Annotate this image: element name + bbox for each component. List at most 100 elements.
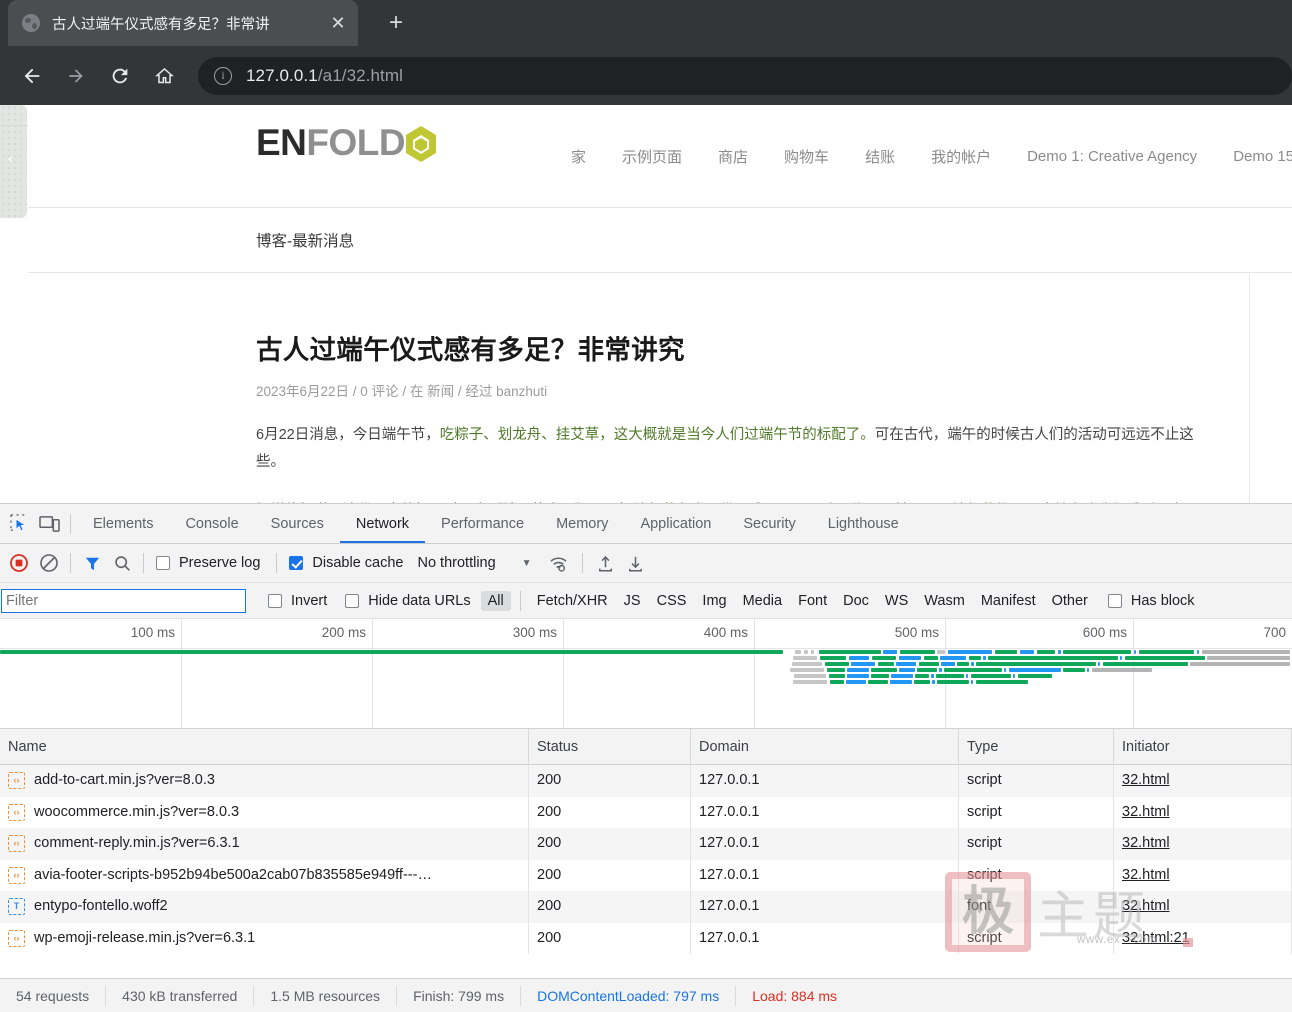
throttling-select[interactable]: No throttling (417, 555, 495, 571)
record-stop-icon[interactable] (4, 548, 34, 578)
table-row[interactable]: ‹› add-to-cart.min.js?ver=8.0.3 200 127.0.0… (0, 765, 1292, 797)
tab-console[interactable]: Console (169, 504, 254, 543)
table-row[interactable]: Tentypo-fontello.woff2 200 127.0.0.1 font 32… (0, 891, 1292, 923)
tab-network[interactable]: Network (340, 504, 425, 543)
column-header-name[interactable]: Name (0, 728, 529, 765)
initiator-link[interactable]: 32.html:21 (1122, 923, 1190, 955)
has-blocked-checkbox[interactable]: Has block (1107, 593, 1195, 609)
table-row[interactable]: ‹› avia-footer-scripts-b952b94be500a2cab0… (0, 859, 1292, 892)
enfold-logo[interactable]: ENFOLD (256, 122, 441, 171)
filter-type-font[interactable]: Font (791, 591, 834, 611)
tab-security[interactable]: Security (727, 504, 811, 543)
nav-item-2[interactable]: 商店 (700, 146, 766, 167)
disable-cache-checkbox[interactable]: Disable cache (289, 555, 403, 571)
filter-type-css[interactable]: CSS (650, 591, 694, 611)
status-finish: Finish: 799 ms (397, 985, 522, 1006)
column-header-initiator[interactable]: Initiator (1114, 728, 1292, 765)
tab-application[interactable]: Application (624, 504, 727, 543)
cell-name[interactable]: ‹› wp-emoji-release.min.js?ver=6.3.1 (0, 922, 529, 954)
chevron-left-icon[interactable]: ‹ (8, 151, 13, 166)
nav-item-5[interactable]: 我的帐户 (913, 146, 1009, 167)
network-conditions-icon[interactable] (544, 548, 574, 578)
url-path: /a1/32.html (317, 65, 404, 85)
filter-type-doc[interactable]: Doc (836, 591, 876, 611)
tab-elements[interactable]: Elements (77, 504, 169, 543)
table-row[interactable]: ‹› comment-reply.min.js?ver=6.3.1 200 127.0… (0, 828, 1292, 860)
export-har-icon[interactable] (621, 548, 651, 578)
close-icon[interactable]: ✕ (326, 14, 350, 32)
search-icon[interactable] (107, 548, 137, 578)
initiator-link[interactable]: 32.html (1122, 828, 1170, 860)
chevron-down-icon[interactable]: ▼ (522, 558, 532, 569)
initiator-link[interactable]: 32.html (1122, 765, 1170, 797)
cell-name[interactable]: ‹› comment-reply.min.js?ver=6.3.1 (0, 828, 529, 860)
tab-sources[interactable]: Sources (255, 504, 340, 543)
cell-name[interactable]: ‹› add-to-cart.min.js?ver=8.0.3 (0, 765, 529, 797)
filter-type-wasm[interactable]: Wasm (917, 591, 972, 611)
initiator-link[interactable]: 32.html (1122, 860, 1170, 892)
filter-type-fetch-xhr[interactable]: Fetch/XHR (530, 591, 615, 611)
cell-name[interactable]: ‹› woocommerce.min.js?ver=8.0.3 (0, 796, 529, 828)
initiator-link[interactable]: 32.html (1122, 891, 1170, 923)
back-icon[interactable] (10, 54, 54, 98)
nav-item-7[interactable]: Demo 15: Showca (1215, 148, 1292, 165)
nav-item-3[interactable]: 购物车 (766, 146, 847, 167)
tab-lighthouse[interactable]: Lighthouse (812, 504, 915, 543)
forward-icon[interactable] (54, 54, 98, 98)
filter-type-js[interactable]: JS (617, 591, 648, 611)
cell-initiator[interactable]: 32.html:21 (1114, 922, 1292, 955)
column-header-status[interactable]: Status (529, 728, 691, 765)
waterfall-bar (871, 668, 897, 672)
column-header-domain[interactable]: Domain (691, 728, 959, 765)
filter-input[interactable] (1, 588, 246, 613)
sidebar-collapse-toggle[interactable]: ‹ (0, 105, 28, 218)
hide-data-urls-checkbox[interactable]: Hide data URLs (345, 593, 471, 609)
tab-memory[interactable]: Memory (540, 504, 624, 543)
preserve-log-checkbox[interactable]: Preserve log (156, 555, 260, 571)
filter-type-img[interactable]: Img (695, 591, 733, 611)
filter-type-ws[interactable]: WS (878, 591, 915, 611)
filter-type-other[interactable]: Other (1045, 591, 1095, 611)
funnel-filter-icon[interactable] (77, 548, 107, 578)
waterfall-bar (971, 662, 974, 666)
cell-name[interactable]: ‹› avia-footer-scripts-b952b94be500a2cab0… (0, 859, 529, 891)
filter-type-manifest[interactable]: Manifest (974, 591, 1043, 611)
network-overview-timeline[interactable]: 100 ms 200 ms 300 ms 400 ms 500 ms 600 m… (0, 619, 1292, 729)
nav-item-1[interactable]: 示例页面 (604, 146, 700, 167)
checkbox-box (289, 556, 304, 570)
initiator-link[interactable]: 32.html (1122, 797, 1170, 829)
cell-initiator[interactable]: 32.html (1114, 765, 1292, 797)
breadcrumb-text: 博客-最新消息 (256, 233, 355, 250)
reload-icon[interactable] (98, 54, 142, 98)
waterfall-bar (827, 668, 845, 672)
cell-name[interactable]: Tentypo-fontello.woff2 (0, 891, 529, 923)
request-name: comment-reply.min.js?ver=6.3.1 (34, 835, 240, 851)
waterfall-bar (846, 680, 866, 684)
filter-type-media[interactable]: Media (736, 591, 790, 611)
nav-item-0[interactable]: 家 (553, 146, 604, 167)
info-icon[interactable]: i (214, 66, 232, 85)
nav-item-6[interactable]: Demo 1: Creative Agency (1009, 148, 1215, 165)
cell-initiator[interactable]: 32.html (1114, 859, 1292, 892)
cell-initiator[interactable]: 32.html (1114, 828, 1292, 860)
nav-item-4[interactable]: 结账 (847, 146, 913, 167)
cell-initiator[interactable]: 32.html (1114, 796, 1292, 829)
waterfall-bar (1013, 674, 1015, 678)
status-transferred: 430 kB transferred (106, 985, 255, 1006)
invert-checkbox[interactable]: Invert (268, 593, 327, 609)
import-har-icon[interactable] (591, 548, 621, 578)
clear-icon[interactable] (34, 548, 64, 578)
address-bar[interactable]: i 127.0.0.1/a1/32.html (198, 56, 1292, 95)
filter-type-all[interactable]: All (480, 590, 511, 611)
tab-performance[interactable]: Performance (425, 504, 540, 543)
browser-tab[interactable]: 古人过端午仪式感有多足？非常讲 ✕ (8, 0, 358, 46)
waterfall-bar (883, 650, 897, 654)
table-row[interactable]: ‹› woocommerce.min.js?ver=8.0.3 200 127.0.0… (0, 796, 1292, 829)
cell-initiator[interactable]: 32.html (1114, 891, 1292, 923)
home-icon[interactable] (142, 54, 186, 98)
device-toolbar-icon[interactable] (34, 509, 64, 539)
new-tab-icon[interactable]: + (380, 8, 412, 40)
column-header-type[interactable]: Type (959, 728, 1114, 765)
inspect-element-icon[interactable] (4, 509, 34, 539)
table-row[interactable]: ‹› wp-emoji-release.min.js?ver=6.3.1 200 12… (0, 922, 1292, 955)
